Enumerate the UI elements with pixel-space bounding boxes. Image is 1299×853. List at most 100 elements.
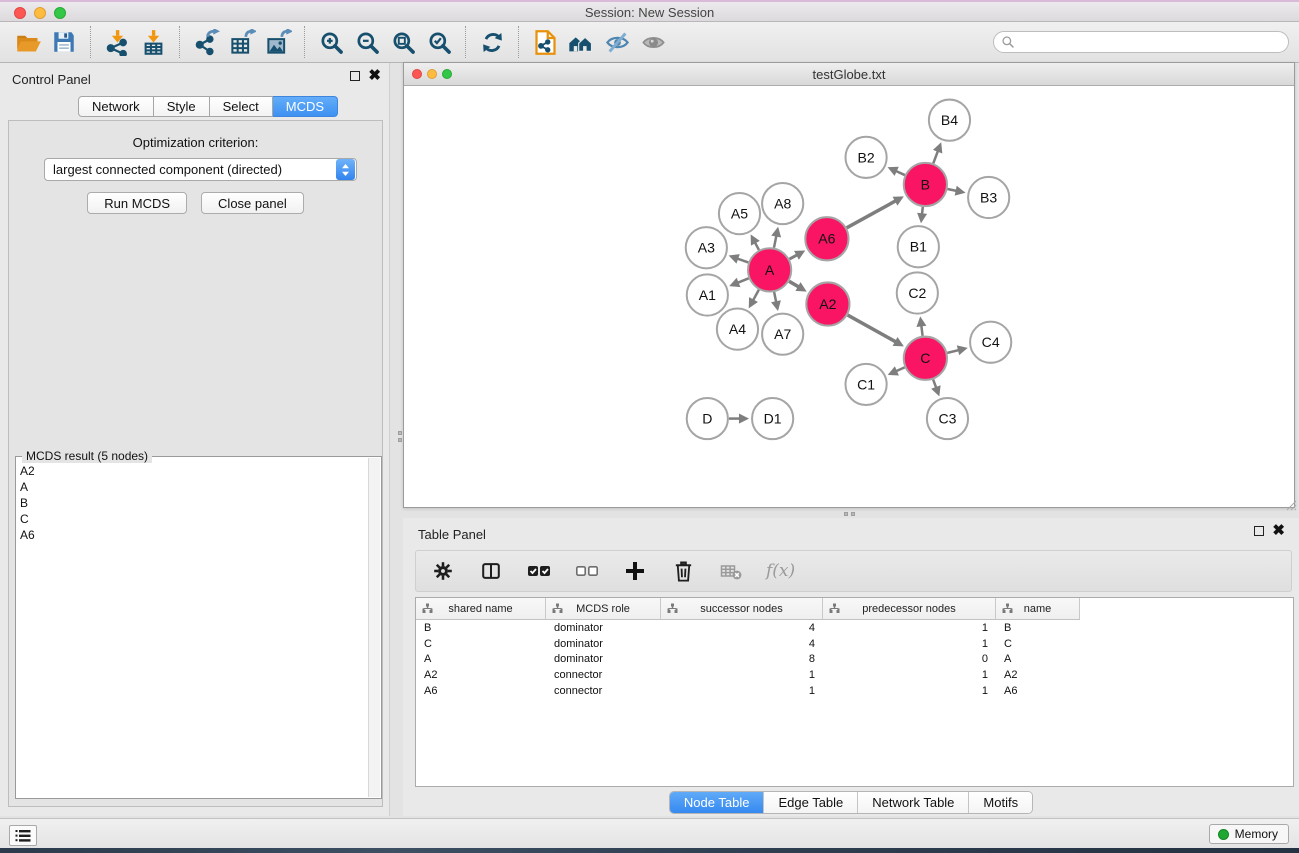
close-panel-button[interactable]: Close panel (201, 192, 304, 214)
graph-node-D1[interactable]: D1 (752, 398, 793, 439)
table-cell[interactable]: 0 (823, 653, 996, 665)
memory-button[interactable]: Memory (1209, 824, 1289, 844)
result-scrollbar[interactable] (368, 458, 380, 797)
delete-table-icon[interactable] (718, 558, 744, 584)
vertical-splitter-handle[interactable] (398, 438, 402, 442)
table-cell[interactable]: dominator (546, 622, 661, 634)
table-cell[interactable]: B (416, 622, 546, 634)
graph-node-A7[interactable]: A7 (762, 314, 803, 355)
table-cell[interactable]: 1 (823, 638, 996, 650)
graph-node-B2[interactable]: B2 (845, 137, 886, 178)
edge-A6-B[interactable] (847, 200, 897, 228)
mcds-result-item[interactable]: A (20, 479, 367, 495)
table-cell[interactable]: A2 (996, 669, 1080, 681)
graph-node-B1[interactable]: B1 (898, 226, 939, 267)
table-tab-motifs[interactable]: Motifs (968, 792, 1032, 813)
zoom-fit-icon[interactable] (385, 25, 421, 59)
criterion-dropdown[interactable]: largest connected component (directed) (44, 158, 357, 181)
table-cell[interactable]: A (416, 653, 546, 665)
table-cell[interactable]: A6 (416, 685, 546, 697)
graph-node-A5[interactable]: A5 (719, 193, 760, 234)
table-tab-node-table[interactable]: Node Table (670, 792, 764, 813)
table-row[interactable]: Cdominator41C (416, 636, 1293, 652)
float-table-panel-icon[interactable] (1254, 526, 1264, 536)
table-cell[interactable]: C (996, 638, 1080, 650)
graph-node-C[interactable]: C (904, 337, 947, 380)
table-cell[interactable]: 1 (823, 685, 996, 697)
open-session-icon[interactable] (10, 25, 46, 59)
close-table-panel-icon[interactable]: ✖ (1272, 526, 1285, 536)
graph-node-D[interactable]: D (687, 398, 728, 439)
search-input[interactable] (1015, 33, 1288, 51)
control-tab-network[interactable]: Network (78, 96, 154, 117)
graph-node-C3[interactable]: C3 (927, 398, 968, 439)
graph-node-A4[interactable]: A4 (717, 309, 758, 350)
control-tab-mcds[interactable]: MCDS (273, 96, 338, 117)
horizontal-splitter-handle[interactable] (844, 512, 848, 516)
graph-node-B4[interactable]: B4 (929, 100, 970, 141)
table-tab-edge-table[interactable]: Edge Table (763, 792, 857, 813)
graph-node-A2[interactable]: A2 (806, 282, 849, 325)
network-canvas[interactable]: AA1A2A3A4A5A6A7A8BB1B2B3B4CC1C2C3C4DD1 (404, 86, 1294, 507)
delete-column-icon[interactable] (670, 558, 696, 584)
show-panel-icon[interactable] (635, 25, 671, 59)
import-network-icon[interactable] (99, 25, 135, 59)
graph-node-A1[interactable]: A1 (687, 274, 728, 315)
network-overview-icon[interactable] (527, 25, 563, 59)
select-all-icon[interactable] (526, 558, 552, 584)
show-all-networks-icon[interactable] (563, 25, 599, 59)
network-window-titlebar[interactable]: testGlobe.txt (404, 63, 1294, 86)
refresh-layout-icon[interactable] (474, 25, 510, 59)
mcds-result-item[interactable]: C (20, 511, 367, 527)
deselect-all-icon[interactable] (574, 558, 600, 584)
table-row[interactable]: Bdominator41B (416, 620, 1293, 636)
table-cell[interactable]: 1 (823, 669, 996, 681)
table-cell[interactable]: 1 (661, 669, 823, 681)
column-header-MCDS-role[interactable]: MCDS role (546, 598, 661, 620)
network-graph[interactable]: AA1A2A3A4A5A6A7A8BB1B2B3B4CC1C2C3C4DD1 (404, 86, 1294, 507)
mcds-result-item[interactable]: A2 (20, 463, 367, 479)
table-cell[interactable]: 8 (661, 653, 823, 665)
table-cell[interactable]: connector (546, 669, 661, 681)
mcds-result-item[interactable]: A6 (20, 527, 367, 543)
function-builder-icon[interactable]: f(x) (766, 561, 795, 581)
table-row[interactable]: A2connector11A2 (416, 667, 1293, 683)
window-resize-grip[interactable] (1284, 498, 1297, 511)
zoom-in-icon[interactable] (313, 25, 349, 59)
graph-node-A3[interactable]: A3 (686, 227, 727, 268)
table-cell[interactable]: 4 (661, 638, 823, 650)
table-cell[interactable]: A6 (996, 685, 1080, 697)
table-cell[interactable]: A2 (416, 669, 546, 681)
control-tab-select[interactable]: Select (210, 96, 273, 117)
run-mcds-button[interactable]: Run MCDS (87, 192, 187, 214)
graph-node-A8[interactable]: A8 (762, 183, 803, 224)
control-tab-style[interactable]: Style (154, 96, 210, 117)
table-cell[interactable]: 1 (661, 685, 823, 697)
table-cell[interactable]: dominator (546, 653, 661, 665)
column-header-shared-name[interactable]: shared name (416, 598, 546, 620)
save-session-icon[interactable] (46, 25, 82, 59)
table-row[interactable]: A6connector11A6 (416, 683, 1293, 699)
export-network-icon[interactable] (188, 25, 224, 59)
task-history-button[interactable] (9, 825, 37, 846)
columns-icon[interactable] (478, 558, 504, 584)
search-field[interactable] (993, 31, 1289, 53)
table-row[interactable]: Adominator80A (416, 651, 1293, 667)
add-column-icon[interactable] (622, 558, 648, 584)
settings-gear-icon[interactable] (430, 558, 456, 584)
table-tab-network-table[interactable]: Network Table (857, 792, 968, 813)
table-cell[interactable]: connector (546, 685, 661, 697)
graph-node-B[interactable]: B (904, 163, 947, 206)
hide-panel-icon[interactable] (599, 25, 635, 59)
column-header-name[interactable]: name (996, 598, 1080, 620)
edge-B-B4[interactable] (933, 150, 938, 164)
table-cell[interactable]: dominator (546, 638, 661, 650)
graph-node-C2[interactable]: C2 (897, 272, 938, 313)
import-table-icon[interactable] (135, 25, 171, 59)
float-panel-icon[interactable] (350, 71, 360, 81)
zoom-out-icon[interactable] (349, 25, 385, 59)
mcds-result-item[interactable]: B (20, 495, 367, 511)
graph-node-C4[interactable]: C4 (970, 322, 1011, 363)
graph-node-C1[interactable]: C1 (845, 364, 886, 405)
graph-node-A[interactable]: A (748, 248, 791, 291)
